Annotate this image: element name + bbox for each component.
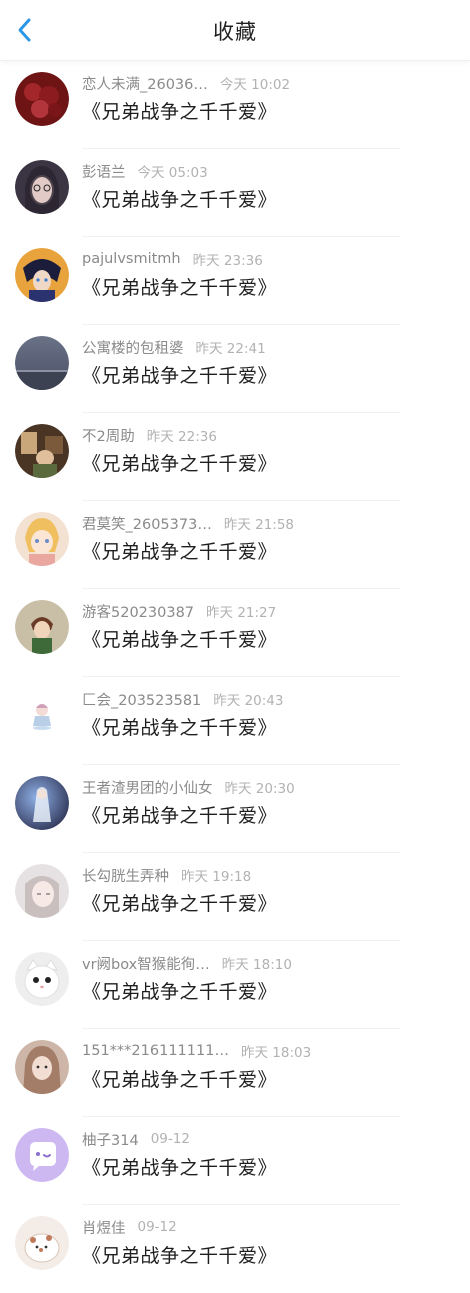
avatar[interactable]	[15, 952, 69, 1006]
avatar[interactable]	[15, 600, 69, 654]
avatar[interactable]	[15, 1128, 69, 1182]
list-item[interactable]: 恋人未满_26036… 今天 10:02 《兄弟战争之千千爱》	[0, 61, 470, 149]
avatar[interactable]	[15, 776, 69, 830]
avatar[interactable]	[15, 688, 69, 742]
timestamp: 昨天 21:27	[206, 605, 277, 621]
avatar[interactable]	[15, 160, 69, 214]
user-name[interactable]: 君莫笑_2605373…	[82, 513, 212, 534]
item-content[interactable]: 《兄弟战争之千千爱》	[82, 537, 277, 564]
user-name[interactable]: 彭语兰	[82, 161, 126, 182]
navigation-bar: 收藏	[0, 0, 470, 61]
avatar[interactable]	[15, 336, 69, 390]
timestamp: 今天 05:03	[137, 165, 208, 181]
user-name[interactable]: vr阙box智猴能徇…	[82, 953, 210, 974]
list-item[interactable]: 柚子314 09-12 《兄弟战争之千千爱》	[0, 1117, 470, 1205]
user-name[interactable]: 匚会_203523581	[82, 689, 201, 710]
item-content[interactable]: 《兄弟战争之千千爱》	[82, 361, 277, 388]
list-item[interactable]: 151***216111111… 昨天 18:03 《兄弟战争之千千爱》	[0, 1029, 470, 1117]
timestamp: 昨天 20:43	[213, 693, 284, 709]
timestamp: 昨天 22:36	[146, 429, 217, 445]
list-item[interactable]: 公寓楼的包租婆 昨天 22:41 《兄弟战争之千千爱》	[0, 325, 470, 413]
user-name[interactable]: 151***216111111…	[82, 1043, 229, 1059]
user-name[interactable]: 柚子314	[82, 1129, 139, 1150]
avatar[interactable]	[15, 1040, 69, 1094]
item-content[interactable]: 《兄弟战争之千千爱》	[82, 801, 277, 828]
timestamp: 昨天 23:36	[192, 253, 263, 269]
user-name[interactable]: 不2周助	[82, 425, 135, 446]
timestamp: 昨天 22:41	[195, 341, 266, 357]
favorites-list: 恋人未满_26036… 今天 10:02 《兄弟战争之千千爱》 彭语兰 今天 0…	[0, 61, 470, 1293]
timestamp: 09-12	[137, 1219, 177, 1235]
list-item[interactable]: 匚会_203523581 昨天 20:43 《兄弟战争之千千爱》	[0, 677, 470, 765]
list-item[interactable]: 王者渣男团的小仙女 昨天 20:30 《兄弟战争之千千爱》	[0, 765, 470, 853]
favorites-page: 收藏 恋人未满_26036… 今天 10:02 《兄弟战争之千千爱》 彭语兰 今…	[0, 0, 470, 1280]
list-item[interactable]: 彭语兰 今天 05:03 《兄弟战争之千千爱》	[0, 149, 470, 237]
list-item[interactable]: 游客520230387 昨天 21:27 《兄弟战争之千千爱》	[0, 589, 470, 677]
timestamp: 昨天 19:18	[181, 869, 252, 885]
timestamp: 昨天 21:58	[223, 517, 295, 533]
list-item[interactable]: 不2周助 昨天 22:36 《兄弟战争之千千爱》	[0, 413, 470, 501]
user-name[interactable]: 公寓楼的包租婆	[82, 337, 184, 358]
list-item[interactable]: 长勾胱生弄种 昨天 19:18 《兄弟战争之千千爱》	[0, 853, 470, 941]
user-name[interactable]: 恋人未满_26036…	[82, 73, 208, 94]
item-content[interactable]: 《兄弟战争之千千爱》	[82, 889, 277, 916]
avatar[interactable]	[15, 424, 69, 478]
timestamp: 09-12	[150, 1131, 190, 1147]
item-content[interactable]: 《兄弟战争之千千爱》	[82, 1065, 277, 1092]
item-content[interactable]: 《兄弟战争之千千爱》	[82, 449, 277, 476]
item-content[interactable]: 《兄弟战争之千千爱》	[82, 1241, 277, 1268]
item-content[interactable]: 《兄弟战争之千千爱》	[82, 713, 277, 740]
avatar[interactable]	[15, 1216, 69, 1270]
list-item[interactable]: vr阙box智猴能徇… 昨天 18:10 《兄弟战争之千千爱》	[0, 941, 470, 1029]
timestamp: 昨天 18:03	[240, 1045, 312, 1061]
timestamp: 昨天 18:10	[221, 957, 292, 973]
timestamp: 昨天 20:30	[224, 781, 295, 797]
item-content[interactable]: 《兄弟战争之千千爱》	[82, 97, 277, 124]
avatar[interactable]	[15, 864, 69, 918]
user-name[interactable]: 游客520230387	[82, 601, 194, 622]
avatar[interactable]	[15, 248, 69, 302]
item-content[interactable]: 《兄弟战争之千千爱》	[82, 1153, 277, 1180]
list-item[interactable]: pajulvsmitmh 昨天 23:36 《兄弟战争之千千爱》	[0, 237, 470, 325]
avatar[interactable]	[15, 512, 69, 566]
timestamp: 今天 10:02	[219, 77, 291, 93]
item-content[interactable]: 《兄弟战争之千千爱》	[82, 185, 277, 212]
user-name[interactable]: 长勾胱生弄种	[82, 865, 169, 886]
avatar[interactable]	[15, 72, 69, 126]
list-item[interactable]: 君莫笑_2605373… 昨天 21:58 《兄弟战争之千千爱》	[0, 501, 470, 589]
user-name[interactable]: pajulvsmitmh	[82, 251, 181, 267]
page-title: 收藏	[213, 20, 257, 44]
item-content[interactable]: 《兄弟战争之千千爱》	[82, 977, 277, 1004]
user-name[interactable]: 王者渣男团的小仙女	[82, 777, 213, 798]
user-name[interactable]: 肖煜佳	[82, 1217, 126, 1238]
item-content[interactable]: 《兄弟战争之千千爱》	[82, 625, 277, 652]
item-content[interactable]: 《兄弟战争之千千爱》	[82, 273, 277, 300]
